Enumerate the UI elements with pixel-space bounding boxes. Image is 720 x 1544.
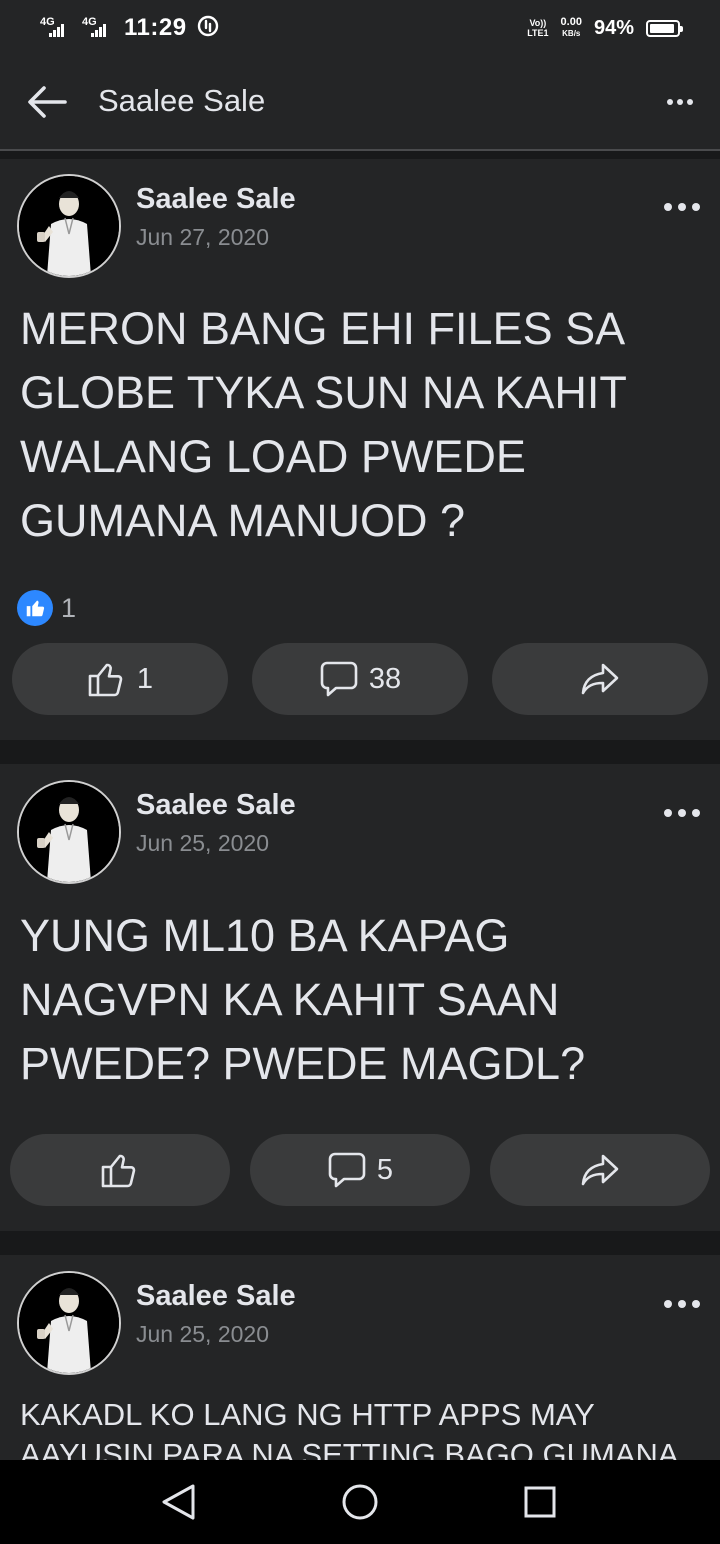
- circle-home-icon: [342, 1484, 378, 1520]
- battery-percent: 94%: [593, 16, 634, 39]
- profile-picture-icon: [19, 782, 119, 882]
- post-options-button[interactable]: [660, 1289, 704, 1319]
- nav-back-button[interactable]: [156, 1480, 200, 1524]
- post-date[interactable]: Jun 27, 2020: [136, 224, 269, 251]
- thumbs-up-icon: [88, 663, 123, 697]
- post-card: Saalee Sale Jun 25, 2020 KAKADL KO LANG …: [0, 1255, 720, 1460]
- like-reaction-icon: [17, 590, 53, 626]
- volte-label: Vo)): [529, 18, 547, 28]
- post-text: KAKADL KO LANG NG HTTP APPS MAY AAYUSIN …: [20, 1397, 679, 1460]
- post-date[interactable]: Jun 25, 2020: [136, 830, 269, 857]
- more-horizontal-icon: [664, 203, 700, 211]
- more-horizontal-icon: [664, 809, 700, 817]
- speed-unit: KB/s: [562, 29, 581, 38]
- data-saver-icon: [197, 15, 219, 42]
- back-button[interactable]: [22, 80, 72, 124]
- post-author[interactable]: Saalee Sale: [136, 183, 296, 216]
- post-date[interactable]: Jun 25, 2020: [136, 1321, 269, 1348]
- share-button[interactable]: [490, 1134, 710, 1206]
- feed-divider: [0, 151, 720, 159]
- battery-icon: [646, 19, 683, 37]
- profile-picture-icon: [19, 176, 119, 276]
- square-recents-icon: [524, 1486, 556, 1518]
- like-count: 1: [136, 662, 154, 695]
- signal-icon: 4G: [82, 17, 114, 39]
- app-header: Saalee Sale: [0, 56, 720, 150]
- nav-home-button[interactable]: [338, 1480, 382, 1524]
- post-card: Saalee Sale Jun 27, 2020 MERON BANG EHI …: [0, 159, 720, 740]
- post-author[interactable]: Saalee Sale: [136, 789, 296, 822]
- comment-icon: [320, 661, 358, 697]
- like-button[interactable]: [10, 1134, 230, 1206]
- feed-divider: [0, 740, 720, 764]
- post-options-button[interactable]: [660, 192, 704, 222]
- volte-icon: Vo)) LTE1: [527, 18, 548, 38]
- comment-button[interactable]: 5: [250, 1134, 470, 1206]
- profile-picture-icon: [19, 1273, 119, 1373]
- share-icon: [581, 1154, 619, 1186]
- speed-value: 0.00: [560, 16, 582, 28]
- avatar[interactable]: [17, 1271, 121, 1375]
- post-card: Saalee Sale Jun 25, 2020 YUNG ML10 BA KA…: [0, 764, 720, 1231]
- share-icon: [581, 663, 619, 695]
- post-text: MERON BANG EHI FILES SA GLOBE TYKA SUN N…: [20, 303, 627, 546]
- comment-count: 5: [376, 1153, 394, 1186]
- system-navigation-bar: [0, 1460, 720, 1544]
- reaction-summary[interactable]: 1: [17, 590, 76, 626]
- status-bar: 4G 4G 11:29 Vo)) LTE1 0.00 KB/s 94%: [0, 0, 720, 56]
- network-speed: 0.00 KB/s: [561, 17, 582, 39]
- signal-icon: 4G: [40, 17, 72, 39]
- thumbs-up-icon: [101, 1154, 136, 1188]
- feed-divider: [0, 1231, 720, 1255]
- triangle-back-icon: [162, 1484, 195, 1520]
- more-horizontal-icon: [667, 99, 693, 105]
- comment-count: 38: [368, 662, 402, 695]
- lte-label: LTE1: [527, 28, 549, 38]
- avatar[interactable]: [17, 174, 121, 278]
- share-button[interactable]: [492, 643, 708, 715]
- arrow-left-icon: [28, 86, 67, 118]
- clock: 11:29: [124, 14, 187, 41]
- battery-fill: [650, 23, 675, 33]
- comment-icon: [328, 1152, 366, 1188]
- post-options-button[interactable]: [660, 798, 704, 828]
- post-text: YUNG ML10 BA KAPAG NAGVPN KA KAHIT SAAN …: [20, 910, 586, 1089]
- nav-recents-button[interactable]: [518, 1480, 562, 1524]
- more-options-button[interactable]: [660, 84, 700, 120]
- reaction-count: 1: [61, 592, 77, 623]
- more-horizontal-icon: [664, 1300, 700, 1308]
- post-author[interactable]: Saalee Sale: [136, 1280, 296, 1313]
- avatar[interactable]: [17, 780, 121, 884]
- comment-button[interactable]: 38: [252, 643, 468, 715]
- page-title: Saalee Sale: [98, 83, 266, 118]
- like-button[interactable]: 1: [12, 643, 228, 715]
